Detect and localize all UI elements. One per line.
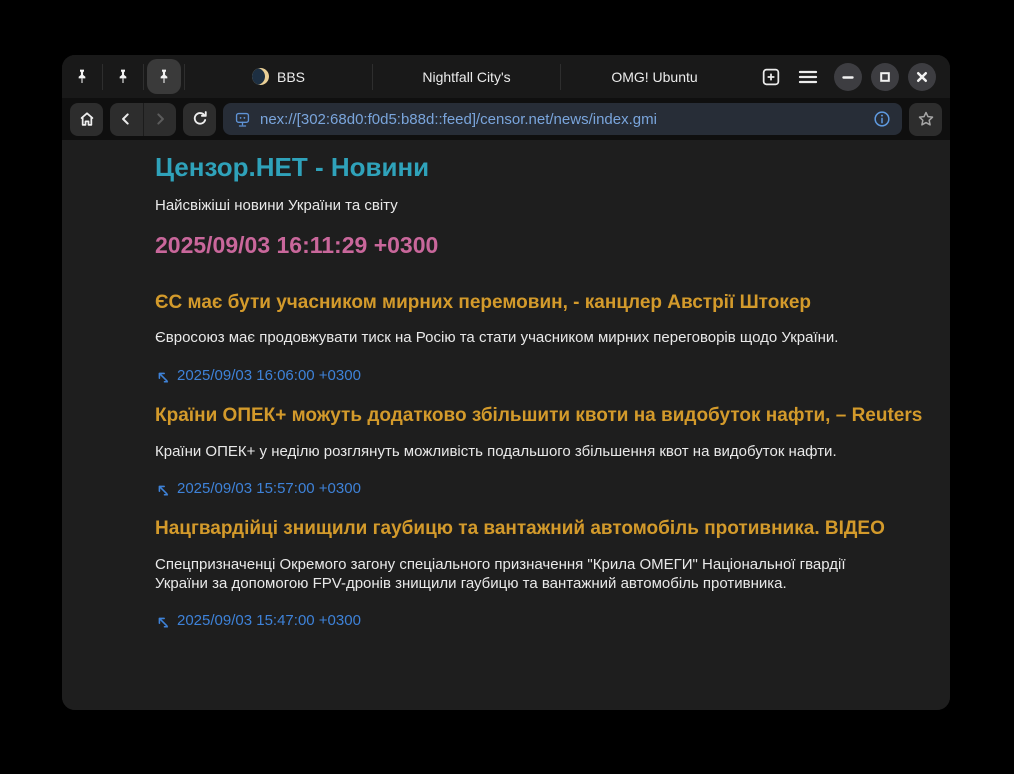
- browser-window: BBS Nightfall City's OMG! Ubuntu: [62, 55, 950, 710]
- pushpin-icon: [74, 68, 90, 86]
- url-bar[interactable]: nex://[302:68d0:f0d5:b88d::feed]/censor.…: [223, 103, 902, 135]
- close-button[interactable]: [908, 63, 936, 91]
- article-body: Спецпризначенці Окремого загону спеціаль…: [155, 556, 855, 594]
- pushpin-icon: [115, 68, 131, 86]
- article-body: Країни ОПЕК+ у неділю розглянуть можливі…: [155, 443, 855, 462]
- minimize-button[interactable]: [834, 63, 862, 91]
- tab-label: BBS: [277, 69, 305, 85]
- article-timestamp-link[interactable]: 2025/09/03 15:57:00 +0300: [155, 480, 361, 499]
- home-button[interactable]: [70, 103, 103, 136]
- article-timestamp: 2025/09/03 15:57:00 +0300: [177, 480, 361, 499]
- pinned-tab-1[interactable]: [62, 55, 102, 98]
- article-timestamp: 2025/09/03 15:47:00 +0300: [177, 612, 361, 631]
- pushpin-icon: [156, 68, 172, 86]
- tabbar-actions: [748, 65, 834, 89]
- page-content: Цензор.НЕТ - Новини Найсвіжіші новини Ук…: [62, 140, 950, 710]
- pinned-tab-3-active[interactable]: [144, 55, 184, 98]
- back-button[interactable]: [110, 103, 143, 136]
- new-tab-icon: [760, 66, 782, 88]
- feed-timestamp: 2025/09/03 16:11:29 +0300: [155, 232, 930, 260]
- back-icon: [116, 109, 136, 129]
- tab-bar: BBS Nightfall City's OMG! Ubuntu: [62, 55, 950, 98]
- minimize-icon: [836, 65, 860, 89]
- tab-bbs[interactable]: BBS: [185, 55, 372, 98]
- article-timestamp: 2025/09/03 16:06:00 +0300: [177, 367, 361, 386]
- forward-button[interactable]: [143, 103, 176, 136]
- nw-arrow-icon: [155, 482, 170, 497]
- hamburger-menu-icon: [796, 65, 820, 89]
- article-1: ЄС має бути учасником мирних перемовин, …: [155, 292, 930, 386]
- article-title: Країни ОПЕК+ можуть додатково збільшити …: [155, 405, 930, 428]
- maximize-button[interactable]: [871, 63, 899, 91]
- url-text: nex://[302:68d0:f0d5:b88d::feed]/censor.…: [260, 111, 864, 128]
- page-title: Цензор.НЕТ - Новини: [155, 152, 930, 183]
- article-title: Нацгвардійці знищили гаубицю та вантажни…: [155, 518, 930, 541]
- home-icon: [77, 109, 97, 129]
- navigation-bar: nex://[302:68d0:f0d5:b88d::feed]/censor.…: [62, 98, 950, 140]
- article-3: Нацгвардійці знищили гаубицю та вантажни…: [155, 518, 930, 631]
- reload-icon: [190, 109, 210, 129]
- maximize-icon: [873, 65, 897, 89]
- menu-button[interactable]: [796, 65, 820, 89]
- nw-arrow-icon: [155, 369, 170, 384]
- info-icon[interactable]: [872, 109, 892, 129]
- history-buttons: [110, 103, 176, 136]
- reload-button[interactable]: [183, 103, 216, 136]
- bookmark-button[interactable]: [909, 103, 942, 136]
- new-tab-button[interactable]: [760, 66, 782, 88]
- star-icon: [916, 109, 936, 129]
- tab-nightfall-citys[interactable]: Nightfall City's: [373, 55, 560, 98]
- moon-icon: [252, 68, 269, 85]
- tab-omg-ubuntu[interactable]: OMG! Ubuntu: [561, 55, 748, 98]
- close-icon: [910, 65, 934, 89]
- tab-label: OMG! Ubuntu: [611, 69, 697, 85]
- page-subtitle: Найсвіжіші новини України та світу: [155, 197, 930, 216]
- forward-icon: [150, 109, 170, 129]
- pinned-tab-2[interactable]: [103, 55, 143, 98]
- terminal-monitor-icon: [233, 110, 252, 129]
- article-title: ЄС має бути учасником мирних перемовин, …: [155, 292, 930, 315]
- tab-label: Nightfall City's: [422, 69, 510, 85]
- article-2: Країни ОПЕК+ можуть додатково збільшити …: [155, 405, 930, 499]
- window-controls: [834, 63, 950, 91]
- article-body: Євросоюз має продовжувати тиск на Росію …: [155, 329, 855, 348]
- article-timestamp-link[interactable]: 2025/09/03 16:06:00 +0300: [155, 367, 361, 386]
- nw-arrow-icon: [155, 614, 170, 629]
- article-timestamp-link[interactable]: 2025/09/03 15:47:00 +0300: [155, 612, 361, 631]
